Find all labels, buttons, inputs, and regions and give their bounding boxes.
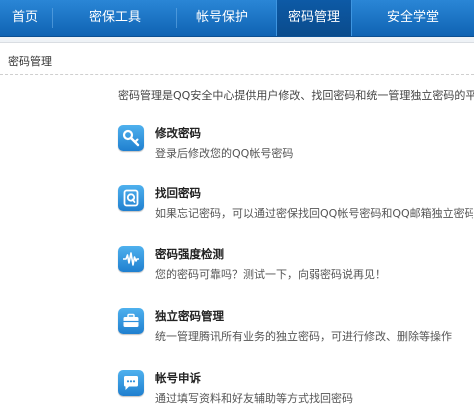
account-appeal-link[interactable]: 帐号申诉: [155, 370, 201, 386]
account-appeal-desc: 通过填写资料和好友辅助等方式找回密码: [155, 392, 353, 405]
key-icon[interactable]: [118, 125, 144, 151]
nav-divider: [52, 8, 53, 28]
find-password-icon[interactable]: [118, 185, 144, 211]
section-intro: 密码管理是QQ安全中心提供用户修改、找回密码和统一管理独立密码的平台: [118, 89, 474, 102]
chat-bubble-icon[interactable]: [118, 370, 144, 396]
find-password-desc: 如果忘记密码，可以通过密保找回QQ帐号密码和QQ邮箱独立密码: [155, 207, 473, 220]
nav-tab-security-school[interactable]: 安全学堂: [372, 0, 454, 36]
dashed-divider: [0, 74, 474, 75]
nav-tab-password-management[interactable]: 密码管理: [276, 0, 352, 36]
waveform-icon[interactable]: [118, 246, 144, 272]
password-strength-link[interactable]: 密码强度检测: [155, 246, 224, 262]
main-panel: 密码管理 密码管理是QQ安全中心提供用户修改、找回密码和统一管理独立密码的平台 …: [0, 42, 474, 410]
independent-password-desc: 统一管理腾讯所有业务的独立密码，可进行修改、删除等操作: [155, 330, 452, 343]
find-password-link[interactable]: 找回密码: [155, 185, 201, 201]
change-password-link[interactable]: 修改密码: [155, 125, 201, 141]
top-nav-bar: 首页 密保工具 帐号保护 密码管理 安全学堂: [0, 0, 474, 37]
nav-tab-home[interactable]: 首页: [0, 0, 50, 36]
section-title: 密码管理: [8, 55, 52, 68]
briefcase-icon[interactable]: [118, 308, 144, 334]
password-strength-desc: 您的密码可靠吗？测试一下，向弱密码说再见！: [155, 268, 386, 281]
nav-divider: [176, 8, 177, 28]
independent-password-link[interactable]: 独立密码管理: [155, 308, 224, 324]
nav-tab-security-tools[interactable]: 密保工具: [78, 0, 152, 36]
change-password-desc: 登录后修改您的QQ帐号密码: [155, 147, 294, 160]
nav-tab-account-protection[interactable]: 帐号保护: [186, 0, 258, 36]
